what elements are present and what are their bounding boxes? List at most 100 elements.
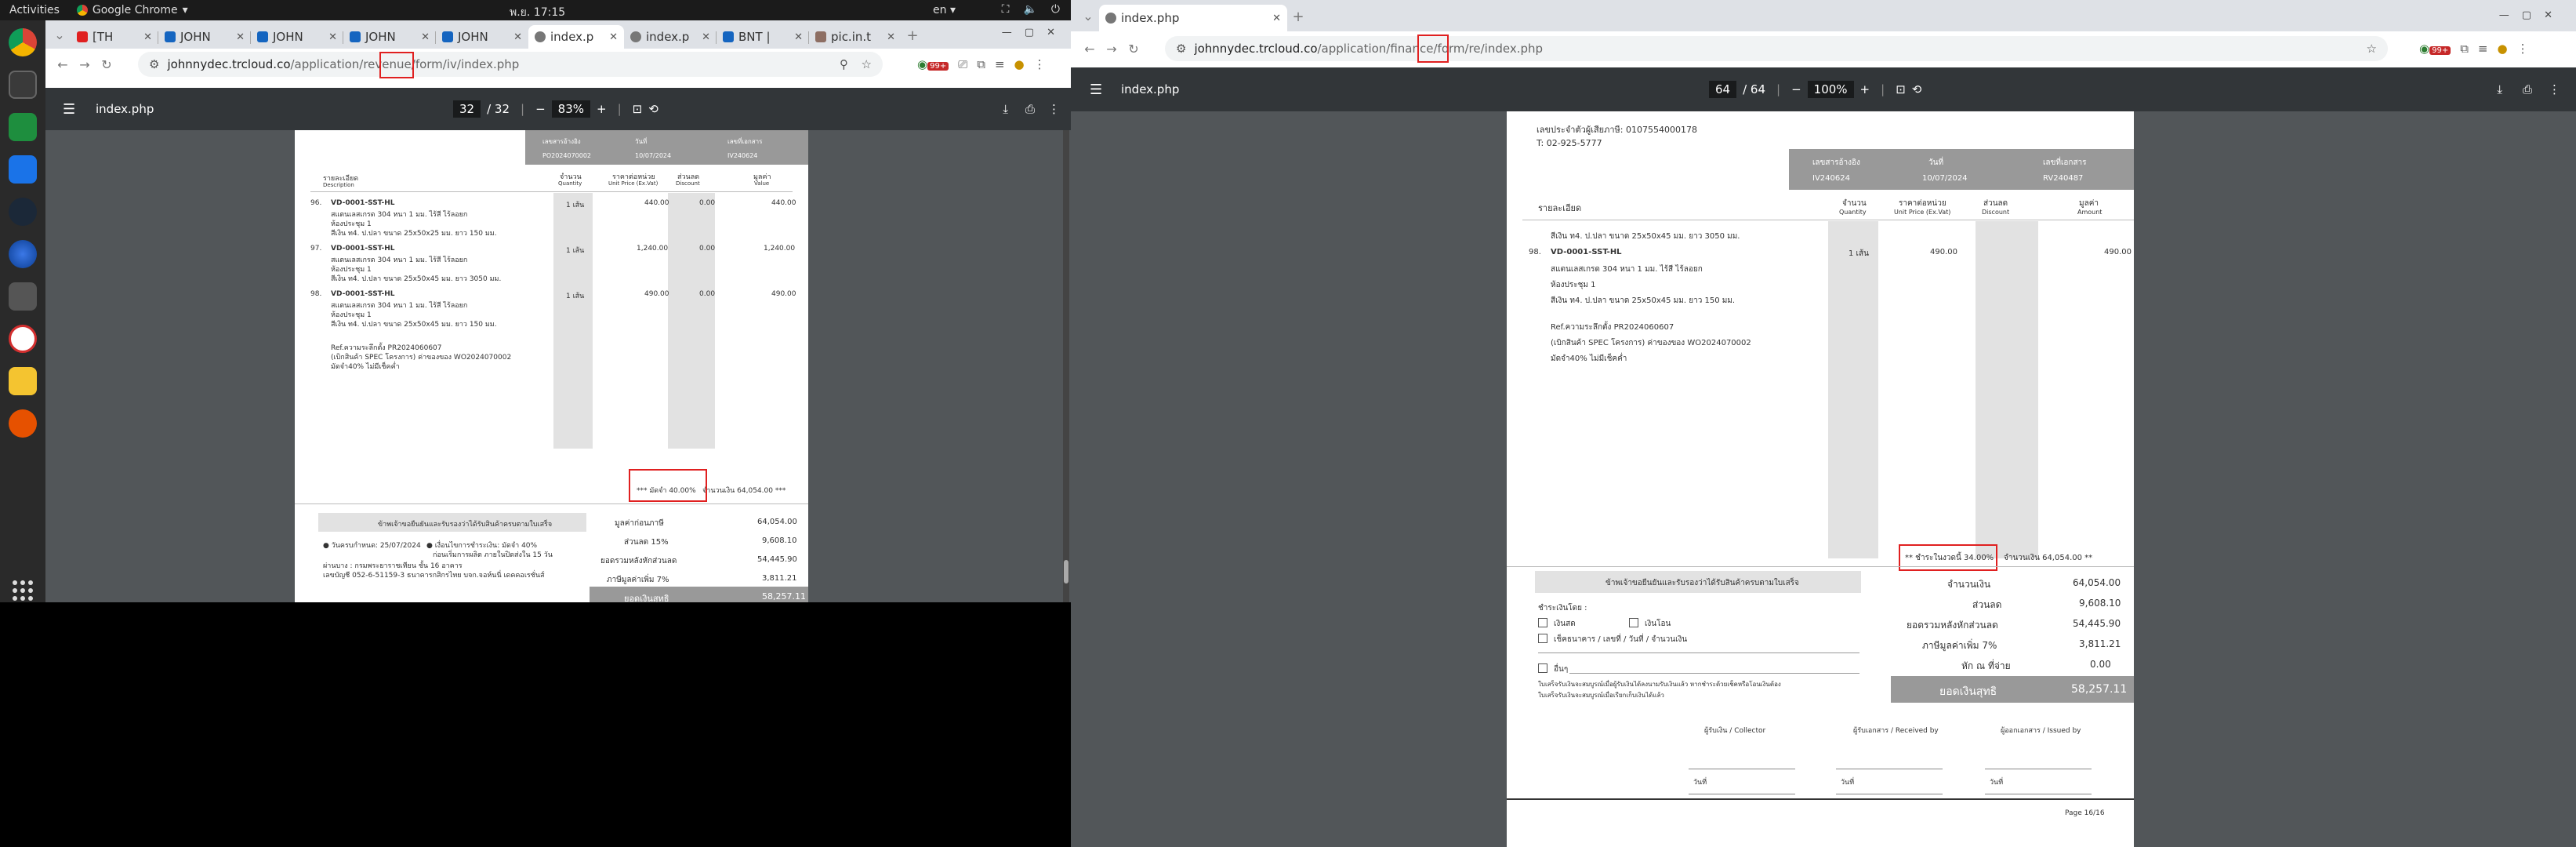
close-icon[interactable]: ✕ bbox=[702, 31, 710, 43]
tab-search-icon[interactable]: ⌄ bbox=[1077, 9, 1099, 24]
close-icon[interactable]: ✕ bbox=[143, 31, 152, 43]
extension-icon[interactable]: ◉ 99+ bbox=[2419, 42, 2451, 56]
app-menu[interactable]: Google Chrome ▾ bbox=[76, 4, 188, 16]
site-info-icon[interactable]: ⚙ bbox=[1176, 42, 1186, 56]
cheque-checkbox[interactable] bbox=[1538, 634, 1547, 643]
reload-icon[interactable]: ↻ bbox=[1123, 42, 1145, 56]
close-icon[interactable]: ✕ bbox=[1047, 27, 1055, 38]
bookmark-star-icon[interactable]: ☆ bbox=[2367, 42, 2377, 56]
rotate-icon[interactable]: ⟲ bbox=[1912, 82, 1922, 96]
download-icon[interactable]: ⤓ bbox=[2497, 82, 2502, 96]
back-icon[interactable]: ← bbox=[1079, 42, 1101, 56]
minimize-icon[interactable]: — bbox=[1002, 27, 1012, 38]
globe-icon[interactable] bbox=[9, 240, 37, 268]
remote-icon[interactable] bbox=[9, 325, 37, 353]
tab-1[interactable]: [TH ✕ bbox=[71, 25, 158, 49]
back-icon[interactable]: ← bbox=[52, 57, 74, 72]
other-checkbox[interactable] bbox=[1538, 663, 1547, 673]
calculator-icon[interactable] bbox=[9, 282, 37, 311]
tab-search-icon[interactable]: ⌄ bbox=[49, 27, 71, 42]
address-bar[interactable]: ⚙ johnnydec.trcloud.co/application/reven… bbox=[138, 52, 883, 77]
zoom-in-button[interactable]: + bbox=[1860, 82, 1870, 96]
minimize-icon[interactable]: — bbox=[2499, 9, 2509, 21]
tab-6-active[interactable]: index.p ✕ bbox=[528, 25, 624, 49]
tab-active[interactable]: index.php ✕ bbox=[1099, 5, 1287, 31]
forward-icon[interactable]: → bbox=[1101, 42, 1123, 56]
document-icon[interactable] bbox=[9, 155, 37, 184]
ref-label: เลขสารอ้างอิง bbox=[1812, 158, 1860, 167]
input-language[interactable]: en ▾ bbox=[933, 4, 956, 16]
close-icon[interactable]: ✕ bbox=[328, 31, 337, 43]
system-tray[interactable]: ⛶ 🔈 ⏻ bbox=[1002, 3, 1060, 16]
clock[interactable]: พ.ย. 17:15 bbox=[510, 4, 565, 21]
close-icon[interactable]: ✕ bbox=[513, 31, 522, 43]
files-icon[interactable] bbox=[9, 71, 37, 99]
puzzle-icon[interactable]: ⧉ bbox=[977, 57, 985, 71]
tab-4[interactable]: JOHN ✕ bbox=[343, 25, 436, 49]
spreadsheet-icon[interactable] bbox=[9, 113, 37, 141]
tab-3[interactable]: JOHN ✕ bbox=[251, 25, 343, 49]
pen-icon[interactable] bbox=[9, 409, 37, 438]
pdf-viewport[interactable]: เลขประจำตัวผู้เสียภาษี: 0107554000178 T:… bbox=[1071, 111, 2576, 847]
address-bar[interactable]: ⚙ johnnydec.trcloud.co/application/finan… bbox=[1165, 36, 2388, 61]
tab-8[interactable]: BNT | ✕ bbox=[717, 25, 809, 49]
extension-icon[interactable]: ◉ 99+ bbox=[917, 57, 949, 71]
tab-9[interactable]: pic.in.t ✕ bbox=[809, 25, 902, 49]
transfer-checkbox[interactable] bbox=[1629, 618, 1638, 627]
tab-7[interactable]: index.p ✕ bbox=[624, 25, 717, 49]
new-tab-icon[interactable]: + bbox=[1287, 9, 1309, 25]
tab-5[interactable]: JOHN ✕ bbox=[436, 25, 528, 49]
scrollbar[interactable] bbox=[1063, 130, 1069, 602]
zoom-input[interactable]: 83% bbox=[551, 100, 590, 118]
download-icon[interactable]: ⤓ bbox=[1003, 102, 1008, 116]
zoom-out-button[interactable]: − bbox=[535, 102, 546, 116]
cash-label: เงินสด bbox=[1554, 620, 1576, 628]
close-icon[interactable]: ✕ bbox=[609, 31, 618, 43]
rotate-icon[interactable]: ⟲ bbox=[648, 102, 659, 116]
cash-checkbox[interactable] bbox=[1538, 618, 1547, 627]
more-icon[interactable]: ⋮ bbox=[1048, 102, 1060, 116]
close-icon[interactable]: ✕ bbox=[1272, 13, 1281, 24]
page-number-input[interactable]: 32 bbox=[453, 100, 481, 118]
puzzle-icon[interactable]: ⧉ bbox=[2460, 42, 2469, 56]
bookmark-star-icon[interactable]: ☆ bbox=[862, 57, 872, 71]
pdf-viewport[interactable]: เลขสารอ้างอิง วันที่ เลขที่เอกสาร PO2024… bbox=[45, 130, 1071, 602]
fit-page-icon[interactable]: ⊡ bbox=[1896, 82, 1906, 96]
close-icon[interactable]: ✕ bbox=[421, 31, 430, 43]
fit-page-icon[interactable]: ⊡ bbox=[633, 102, 643, 116]
close-icon[interactable]: ✕ bbox=[794, 31, 803, 43]
new-tab-icon[interactable]: + bbox=[902, 27, 923, 44]
app-grid-icon[interactable] bbox=[13, 580, 33, 601]
hamburger-icon[interactable]: ☰ bbox=[1090, 82, 1102, 98]
reload-icon[interactable]: ↻ bbox=[96, 57, 118, 72]
menu-icon[interactable]: ⋮ bbox=[1034, 57, 1046, 71]
page-number-input[interactable]: 64 bbox=[1709, 81, 1737, 98]
media-icon[interactable]: ≡ bbox=[2478, 42, 2488, 56]
zoom-out-button[interactable]: − bbox=[1791, 82, 1801, 96]
chrome-icon[interactable] bbox=[9, 28, 37, 56]
screenshot-icon[interactable]: ⎚ bbox=[958, 57, 967, 71]
maximize-icon[interactable]: ▢ bbox=[1025, 27, 1034, 38]
close-icon[interactable]: ✕ bbox=[236, 31, 245, 43]
maximize-icon[interactable]: ▢ bbox=[2522, 9, 2531, 21]
zoom-in-button[interactable]: + bbox=[597, 102, 607, 116]
notes-icon[interactable] bbox=[9, 367, 37, 395]
site-info-icon[interactable]: ⚙ bbox=[149, 57, 159, 71]
print-icon[interactable]: ⎙ bbox=[1025, 102, 1035, 116]
zoom-input[interactable]: 100% bbox=[1807, 81, 1854, 98]
profile-icon[interactable]: ● bbox=[2498, 42, 2508, 56]
col-qty: จำนวน bbox=[1842, 199, 1867, 208]
activities-button[interactable]: Activities bbox=[9, 4, 60, 16]
zoom-icon[interactable]: ⚲ bbox=[840, 57, 848, 71]
profile-icon[interactable]: ● bbox=[1014, 57, 1025, 71]
steam-icon[interactable] bbox=[9, 198, 37, 226]
print-icon[interactable]: ⎙ bbox=[2523, 82, 2532, 96]
forward-icon[interactable]: → bbox=[74, 57, 96, 72]
menu-icon[interactable]: ⋮ bbox=[2517, 42, 2529, 56]
media-icon[interactable]: ≡ bbox=[995, 57, 1005, 71]
close-icon[interactable]: ✕ bbox=[2544, 9, 2552, 21]
hamburger-icon[interactable]: ☰ bbox=[63, 101, 75, 118]
more-icon[interactable]: ⋮ bbox=[2549, 82, 2560, 96]
close-icon[interactable]: ✕ bbox=[887, 31, 895, 43]
tab-2[interactable]: JOHN ✕ bbox=[158, 25, 251, 49]
